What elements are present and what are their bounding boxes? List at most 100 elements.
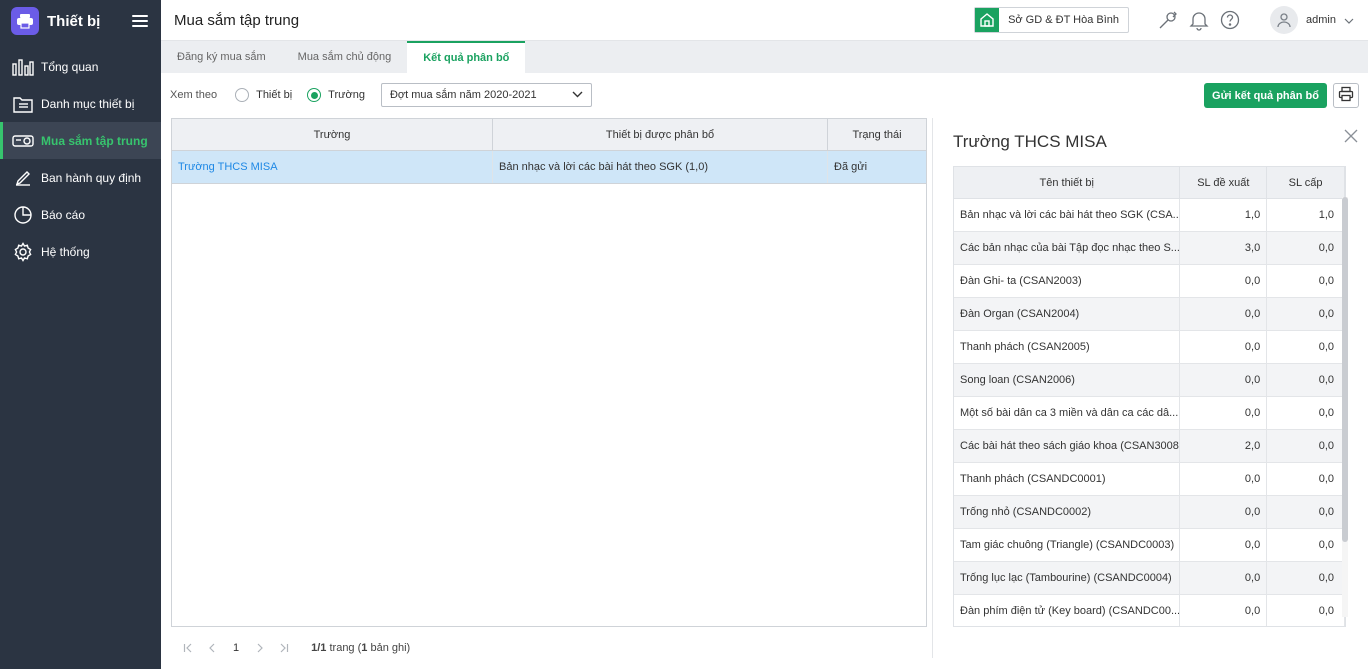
chart-bars-icon — [12, 56, 34, 78]
qty-granted: 0,0 — [1267, 463, 1345, 495]
school-link[interactable]: Trường THCS MISA — [172, 151, 493, 183]
device-name: Đàn Organ (CSAN2004) — [954, 298, 1181, 330]
pie-chart-icon — [12, 204, 34, 226]
filter-label: Xem theo — [170, 89, 218, 101]
sidebar-item-ban-hanh[interactable]: Ban hành quy định — [0, 159, 161, 196]
edit-icon — [12, 167, 34, 189]
qty-proposed: 2,0 — [1180, 430, 1268, 462]
tab-dang-ky[interactable]: Đăng ký mua sắm — [161, 41, 282, 73]
device-name: Thanh phách (CSANDC0001) — [954, 463, 1181, 495]
device-name: Trống nhỏ (CSANDC0002) — [954, 496, 1181, 528]
page-info: 1/1 trang (1 bản ghi) — [311, 642, 410, 654]
qty-granted: 0,0 — [1267, 298, 1345, 330]
sidebar-item-label: Danh mục thiết bị — [41, 96, 135, 111]
device-name: Đàn phím điện tử (Key board) (CSANDC00..… — [954, 595, 1181, 626]
sidebar-item-mua-sam[interactable]: Mua sắm tập trung — [0, 122, 161, 159]
tools-icon[interactable] — [1155, 7, 1181, 33]
qty-proposed: 0,0 — [1180, 595, 1268, 626]
table-row[interactable]: Thanh phách (CSAN2005) 0,0 0,0 — [954, 331, 1345, 364]
qty-proposed: 1,0 — [1180, 199, 1268, 231]
period-select[interactable]: Đợt mua sắm năm 2020-2021 — [380, 83, 592, 107]
allocated-device: Bản nhạc và lời các bài hát theo SGK (1,… — [493, 151, 828, 183]
table-row[interactable]: Trống lục lạc (Tambourine) (CSANDC0004) 0… — [954, 562, 1345, 595]
radio-circle — [307, 88, 322, 102]
projector-icon — [12, 130, 34, 152]
table-row[interactable]: Đàn Ghi- ta (CSAN2003) 0,0 0,0 — [954, 265, 1345, 298]
qty-granted: 0,0 — [1267, 430, 1345, 462]
allocation-table: Trường Thiết bị được phân bổ Trạng thái … — [171, 118, 927, 627]
sidebar-item-label: Mua sắm tập trung — [41, 133, 148, 148]
column-header-truong[interactable]: Trường — [172, 119, 493, 150]
gear-icon — [12, 241, 34, 263]
tab-mua-sam-chu-dong[interactable]: Mua sắm chủ động — [282, 41, 408, 73]
column-header-sl-cap[interactable]: SL cấp — [1267, 167, 1345, 198]
top-header: Mua sắm tập trung Sở GD & ĐT Hòa Bình ad… — [161, 0, 1368, 41]
close-icon[interactable] — [1343, 128, 1359, 144]
user-name: admin — [1306, 14, 1336, 26]
bell-icon[interactable] — [1186, 7, 1212, 33]
device-name: Đàn Ghi- ta (CSAN2003) — [954, 265, 1181, 297]
page-info-text: trang ( — [326, 642, 362, 654]
table-row[interactable]: Song loan (CSAN2006) 0,0 0,0 — [954, 364, 1345, 397]
sidebar-item-he-thong[interactable]: Hệ thống — [0, 233, 161, 270]
table-row[interactable]: Đàn Organ (CSAN2004) 0,0 0,0 — [954, 298, 1345, 331]
tab-ket-qua-phan-bo[interactable]: Kết quả phân bổ — [407, 41, 526, 73]
prev-page-icon[interactable] — [205, 643, 219, 653]
scrollbar[interactable] — [1342, 197, 1348, 617]
table-header: Trường Thiết bị được phân bổ Trạng thái — [172, 119, 926, 151]
scrollbar-thumb[interactable] — [1342, 197, 1348, 542]
radio-label: Thiết bị — [256, 89, 293, 101]
user-menu[interactable]: admin — [1270, 6, 1354, 34]
sidebar-item-label: Hệ thống — [41, 244, 90, 259]
org-name: Sở GD & ĐT Hòa Bình — [1008, 14, 1120, 26]
qty-granted: 0,0 — [1267, 529, 1345, 561]
device-name: Bản nhạc và lời các bài hát theo SGK (CS… — [954, 199, 1181, 231]
home-icon — [975, 8, 1000, 32]
qty-proposed: 0,0 — [1180, 463, 1268, 495]
qty-granted: 0,0 — [1267, 331, 1345, 363]
table-row[interactable]: Thanh phách (CSANDC0001) 0,0 0,0 — [954, 463, 1345, 496]
detail-panel: Trường THCS MISA Tên thiết bị SL đề xuất… — [933, 118, 1368, 669]
print-button[interactable] — [1333, 83, 1359, 108]
sidebar-nav: Tổng quan Danh mục thiết bị Mua sắm tập … — [0, 48, 161, 270]
current-page[interactable]: 1 — [233, 642, 239, 654]
next-page-icon[interactable] — [253, 643, 267, 653]
sidebar-item-bao-cao[interactable]: Báo cáo — [0, 196, 161, 233]
qty-granted: 0,0 — [1267, 595, 1345, 626]
qty-proposed: 0,0 — [1180, 496, 1268, 528]
qty-granted: 0,0 — [1267, 496, 1345, 528]
sidebar-item-tong-quan[interactable]: Tổng quan — [0, 48, 161, 85]
table-row[interactable]: Tam giác chuông (Triangle) (CSANDC0003) 0… — [954, 529, 1345, 562]
chevron-down-icon — [572, 89, 583, 101]
radio-circle — [235, 88, 250, 102]
table-row[interactable]: Một số bài dân ca 3 miền và dân ca các d… — [954, 397, 1345, 430]
qty-granted: 1,0 — [1267, 199, 1345, 231]
table-row[interactable]: Trường THCS MISA Bản nhạc và lời các bài… — [172, 151, 926, 184]
table-row[interactable]: Các bài hát theo sách giáo khoa (CSAN300… — [954, 430, 1345, 463]
menu-toggle-icon[interactable] — [132, 15, 148, 27]
radio-thiet-bi[interactable]: Thiết bị — [235, 88, 292, 102]
org-selector[interactable]: Sở GD & ĐT Hòa Bình — [974, 7, 1130, 33]
table-row[interactable]: Các bản nhạc của bài Tập đọc nhạc theo S… — [954, 232, 1345, 265]
period-value: Đợt mua sắm năm 2020-2021 — [389, 89, 537, 101]
last-page-icon[interactable] — [277, 643, 291, 653]
first-page-icon[interactable] — [181, 643, 195, 653]
table-row[interactable]: Đàn phím điện tử (Key board) (CSANDC00..… — [954, 595, 1345, 626]
column-header-trang-thai[interactable]: Trạng thái — [828, 119, 926, 150]
table-row[interactable]: Trống nhỏ (CSANDC0002) 0,0 0,0 — [954, 496, 1345, 529]
radio-label: Trường — [328, 89, 365, 101]
table-header: Tên thiết bị SL đề xuất SL cấp — [954, 167, 1345, 199]
send-results-button[interactable]: Gửi kết quả phân bổ — [1204, 83, 1327, 108]
radio-truong[interactable]: Trường — [307, 88, 365, 102]
device-name: Các bản nhạc của bài Tập đọc nhạc theo S… — [954, 232, 1181, 264]
status-text: Đã gửi — [834, 161, 868, 173]
column-header-thiet-bi[interactable]: Thiết bị được phân bổ — [493, 119, 828, 150]
table-row[interactable]: Bản nhạc và lời các bài hát theo SGK (CS… — [954, 199, 1345, 232]
device-name: Song loan (CSAN2006) — [954, 364, 1181, 396]
sidebar-item-danh-muc[interactable]: Danh mục thiết bị — [0, 85, 161, 122]
qty-proposed: 0,0 — [1180, 529, 1268, 561]
help-icon[interactable] — [1217, 7, 1243, 33]
column-header-ten-thiet-bi[interactable]: Tên thiết bị — [954, 167, 1181, 198]
column-header-sl-de-xuat[interactable]: SL đề xuất — [1180, 167, 1268, 198]
folder-list-icon — [12, 93, 34, 115]
